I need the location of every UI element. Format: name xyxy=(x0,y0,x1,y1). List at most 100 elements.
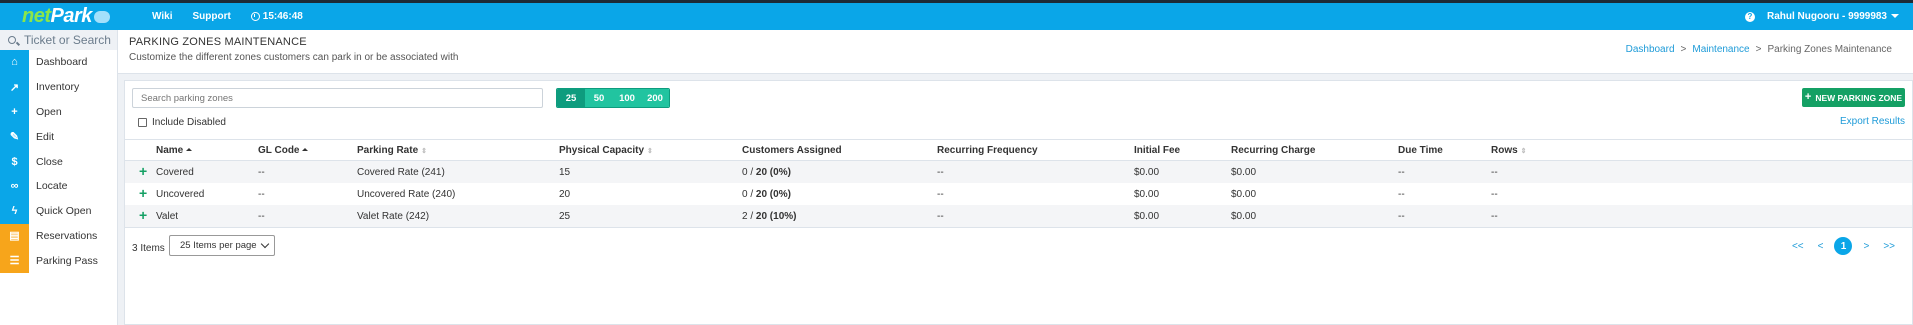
prev-page-button[interactable]: < xyxy=(1815,241,1827,252)
next-page-button[interactable]: > xyxy=(1860,241,1872,252)
first-page-button[interactable]: << xyxy=(1789,241,1807,252)
page-header: PARKING ZONES MAINTENANCE Customize the … xyxy=(118,30,1913,74)
sidebar-item-label: Edit xyxy=(36,130,55,143)
page-size-group: 25 50 100 200 xyxy=(556,88,670,108)
nav-support-link[interactable]: Support xyxy=(192,11,230,22)
recurring-frequency-cell: -- xyxy=(937,188,944,200)
sidebar-item-open[interactable]: + Open xyxy=(0,99,117,125)
search-icon xyxy=(8,36,16,44)
due-time-cell: -- xyxy=(1398,210,1405,222)
new-parking-zone-button[interactable]: + NEW PARKING ZONE xyxy=(1802,88,1905,107)
netpark-logo[interactable]: net Park xyxy=(0,3,120,30)
table-row[interactable]: + Covered -- Covered Rate (241) 15 -- $0.00 $0.… xyxy=(125,161,1912,183)
assigned-count: 0 / xyxy=(742,166,756,178)
items-per-page-select[interactable]: 25 Items per page xyxy=(169,235,275,256)
sidebar-item-quick-open[interactable]: ϟ Quick Open xyxy=(0,198,117,224)
table-row[interactable]: + Uncovered -- Uncovered Rate (240) 20 -- $0.0… xyxy=(125,183,1912,205)
search-parking-zones-input[interactable] xyxy=(132,88,543,108)
expand-row-icon[interactable]: + xyxy=(139,164,147,178)
page-subtitle: Customize the different zones customers … xyxy=(129,52,459,63)
zone-name-cell: Uncovered xyxy=(156,188,205,200)
sidebar-item-label: Close xyxy=(36,155,63,168)
col-capacity-header[interactable]: Physical Capacity ⇕ xyxy=(559,145,653,156)
sort-asc-icon xyxy=(302,147,309,151)
breadcrumb-separator: > xyxy=(1680,44,1687,55)
home-icon: ⌂ xyxy=(0,50,29,75)
zones-table: Name GL Code Parking Rate ⇕ Physical Capa… xyxy=(125,139,1912,227)
sidebar-item-locate[interactable]: ∞ Locate xyxy=(0,173,117,199)
sidebar-item-parking-pass[interactable]: ☰ Parking Pass xyxy=(0,248,117,274)
page-size-50-button[interactable]: 50 xyxy=(585,89,613,107)
sidebar-item-inventory[interactable]: ↗ Inventory xyxy=(0,74,117,100)
current-page-button[interactable]: 1 xyxy=(1834,237,1853,255)
sort-asc-icon xyxy=(186,147,193,151)
user-name: Rahul Nugooru - 9999983 xyxy=(1766,11,1887,22)
col-frequency-header: Recurring Frequency xyxy=(937,144,1038,156)
sort-icon: ⇕ xyxy=(1520,147,1527,155)
last-page-button[interactable]: >> xyxy=(1880,241,1898,252)
col-capacity-label: Physical Capacity xyxy=(559,144,645,156)
include-disabled-checkbox[interactable] xyxy=(138,118,147,127)
physical-capacity-cell: 25 xyxy=(559,210,571,222)
col-name-header[interactable]: Name xyxy=(156,144,193,156)
breadcrumb: Dashboard > Maintenance > Parking Zones … xyxy=(1626,44,1892,55)
gl-code-cell: -- xyxy=(258,166,265,178)
user-menu[interactable]: Rahul Nugooru - 9999983 xyxy=(1767,11,1899,22)
expand-row-icon[interactable]: + xyxy=(139,186,147,200)
col-customers-header: Customers Assigned xyxy=(742,144,842,156)
sidebar-item-label: Parking Pass xyxy=(36,254,98,267)
logo-net: net xyxy=(22,5,51,27)
customers-assigned-cell: 2 / 20 (10%) xyxy=(742,211,796,222)
col-rows-header[interactable]: Rows ⇕ xyxy=(1491,145,1527,156)
breadcrumb-dashboard[interactable]: Dashboard xyxy=(1626,44,1675,55)
parking-rate-cell: Uncovered Rate (240) xyxy=(357,188,456,200)
col-parking-rate-header[interactable]: Parking Rate ⇕ xyxy=(357,145,427,156)
include-disabled-toggle[interactable]: Include Disabled xyxy=(138,117,226,128)
sidebar-search[interactable]: Ticket or Search xyxy=(0,30,117,50)
rows-value-cell: -- xyxy=(1491,210,1498,222)
top-bar: net Park Wiki Support 15:46:48 ? Rahul Nu… xyxy=(0,0,1913,30)
assigned-total: 20 (0%) xyxy=(755,166,791,178)
parking-rate-cell: Covered Rate (241) xyxy=(357,166,445,178)
sidebar-item-dashboard[interactable]: ⌂ Dashboard xyxy=(0,50,117,75)
chart-line-icon: ↗ xyxy=(0,74,29,100)
nav-wiki-link[interactable]: Wiki xyxy=(152,11,172,22)
page-size-100-button[interactable]: 100 xyxy=(613,89,641,107)
table-row[interactable]: + Valet -- Valet Rate (242) 25 -- $0.00 $0.00 --… xyxy=(125,205,1912,227)
initial-fee-cell: $0.00 xyxy=(1134,166,1160,178)
col-name-label: Name xyxy=(156,144,184,156)
expand-row-icon[interactable]: + xyxy=(139,208,147,222)
file-icon: ▤ xyxy=(0,223,29,249)
page-size-25-button[interactable]: 25 xyxy=(557,89,585,107)
col-gl-code-header[interactable]: GL Code xyxy=(258,144,309,156)
parking-rate-cell: Valet Rate (242) xyxy=(357,210,430,222)
items-per-page-value: 25 Items per page xyxy=(180,240,257,251)
clock-time: 15:46:48 xyxy=(262,11,303,22)
dollar-icon: $ xyxy=(0,149,29,174)
zone-name-cell: Valet xyxy=(156,210,179,222)
sidebar-item-close[interactable]: $ Close xyxy=(0,149,117,174)
assigned-total: 20 (0%) xyxy=(755,188,791,200)
sidebar-item-edit[interactable]: ✎ Edit xyxy=(0,124,117,150)
col-gl-label: GL Code xyxy=(258,144,300,156)
help-icon[interactable]: ? xyxy=(1744,11,1755,22)
assigned-total: 20 (10%) xyxy=(755,210,797,222)
recurring-frequency-cell: -- xyxy=(937,166,944,178)
page-title: PARKING ZONES MAINTENANCE xyxy=(129,36,307,48)
sort-icon: ⇕ xyxy=(647,147,653,155)
assigned-count: 0 / xyxy=(742,188,756,200)
recurring-charge-cell: $0.00 xyxy=(1231,166,1257,178)
breadcrumb-maintenance[interactable]: Maintenance xyxy=(1692,44,1749,55)
recurring-charge-cell: $0.00 xyxy=(1231,188,1257,200)
customers-assigned-cell: 0 / 20 (0%) xyxy=(742,189,791,200)
pencil-icon: ✎ xyxy=(0,124,29,150)
page-size-200-button[interactable]: 200 xyxy=(641,89,669,107)
sidebar-items: ⌂ Dashboard ↗ Inventory + Open ✎ Edit $ Close ∞ Loc… xyxy=(0,50,117,274)
col-rate-label: Parking Rate xyxy=(357,144,419,156)
export-results-link[interactable]: Export Results xyxy=(1840,116,1905,127)
initial-fee-cell: $0.00 xyxy=(1134,188,1160,200)
include-disabled-label: Include Disabled xyxy=(152,117,226,128)
sidebar-item-reservations[interactable]: ▤ Reservations xyxy=(0,223,117,249)
caret-down-icon xyxy=(1891,14,1899,19)
col-due-time-header: Due Time xyxy=(1398,144,1443,156)
